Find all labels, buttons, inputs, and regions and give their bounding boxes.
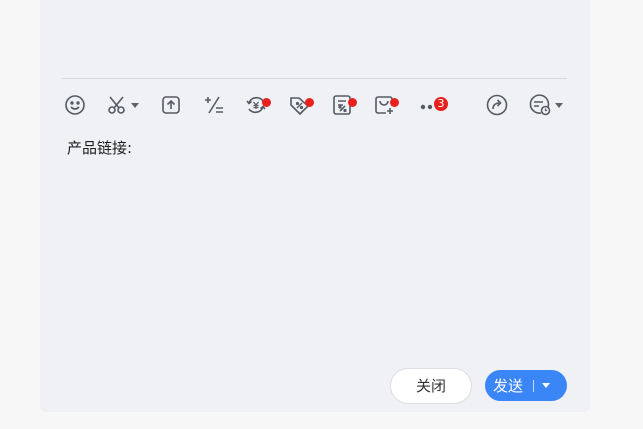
notification-dot (390, 98, 399, 107)
chat-input-panel: 3 产品链接: 关闭 发送 (40, 0, 590, 412)
receipt-icon (331, 94, 357, 116)
divider (62, 78, 567, 79)
calculator-button[interactable] (203, 88, 225, 122)
scissors-icon (106, 94, 128, 116)
order-button[interactable] (331, 88, 357, 122)
upload-icon (160, 94, 182, 116)
yuan-exchange-icon (245, 94, 271, 116)
notification-dot (348, 98, 357, 107)
coupon-button[interactable] (288, 88, 314, 122)
add-bag-icon (373, 94, 399, 116)
emoji-button[interactable] (64, 88, 86, 122)
chevron-down-icon (555, 102, 563, 108)
send-button[interactable]: 发送 (485, 370, 567, 401)
scheduled-message-button[interactable] (528, 88, 563, 122)
scheduled-message-icon (528, 94, 552, 116)
send-label: 发送 (493, 377, 524, 395)
discount-tag-icon (288, 94, 314, 116)
more-button[interactable]: 3 (420, 88, 450, 122)
more-icon: 3 (420, 94, 450, 116)
screenshot-button[interactable] (106, 88, 139, 122)
more-count-badge: 3 (434, 97, 448, 111)
payment-button[interactable] (245, 88, 271, 122)
notification-dot (262, 98, 271, 107)
toolbar: 3 (40, 88, 590, 122)
send-separator (533, 379, 535, 392)
notification-dot (305, 98, 314, 107)
add-product-button[interactable] (373, 88, 399, 122)
emoji-icon (64, 94, 86, 116)
share-button[interactable] (486, 88, 508, 122)
product-link-label: 产品链接: (67, 139, 133, 157)
send-options-chevron-icon[interactable] (542, 383, 551, 388)
calculator-icon (203, 94, 225, 116)
chevron-down-icon (131, 102, 139, 108)
close-button[interactable]: 关闭 (390, 368, 472, 404)
share-icon (486, 94, 508, 116)
upload-button[interactable] (160, 88, 182, 122)
